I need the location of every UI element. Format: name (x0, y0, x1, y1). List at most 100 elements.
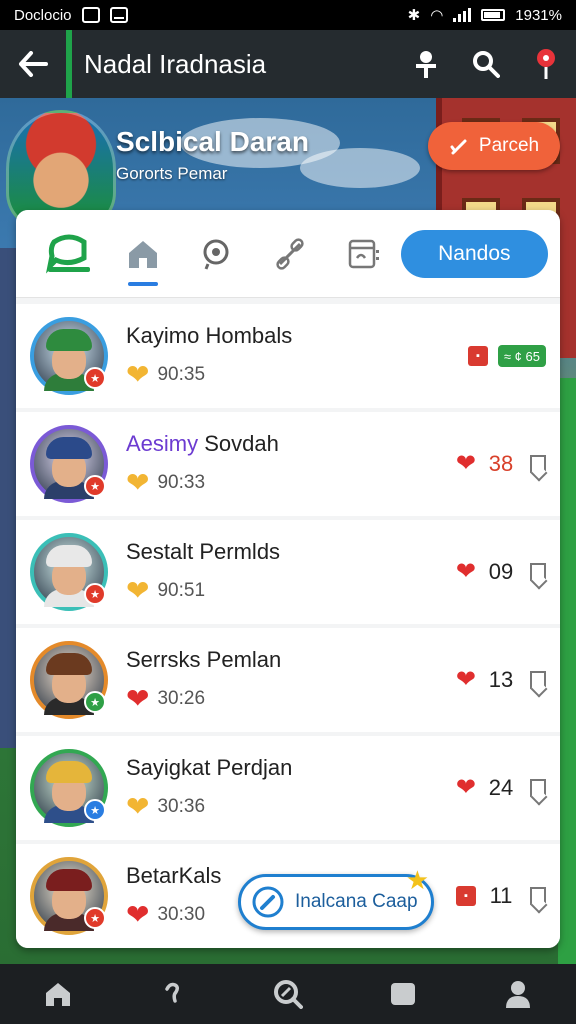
square-icon (391, 983, 416, 1005)
tab-document[interactable] (327, 210, 401, 298)
tab-link[interactable] (253, 210, 327, 298)
avatar: ★ (30, 641, 108, 719)
edit-circle-icon (252, 886, 284, 918)
heart-icon[interactable]: ❤ (456, 452, 476, 476)
player-row[interactable]: ★ Sestalt Permlds ❤ 90:51 ❤ 09 (16, 520, 560, 624)
avatar-cap (46, 329, 92, 351)
status-app-label: Doclocio (14, 6, 72, 24)
player-meta: ❤ 90:35 (126, 361, 468, 389)
player-row[interactable]: ★ Serrsks Pemlan ❤ 30:26 ❤ 13 (16, 628, 560, 732)
document-icon (348, 239, 379, 268)
player-info: Sestalt Permlds ❤ 90:51 (126, 539, 456, 605)
player-name: Sestalt Permlds (126, 539, 456, 565)
battery-icon (481, 9, 506, 21)
player-meta: ❤ 30:36 (126, 793, 456, 821)
profile-icon (506, 981, 531, 1008)
rank-badge-icon: ★ (84, 691, 106, 713)
floating-action-chip[interactable]: Inalcana Caap ★ (238, 865, 434, 930)
nav-profile[interactable] (488, 964, 548, 1024)
nandos-tab-button[interactable]: Nandos (400, 229, 549, 278)
search-icon (273, 980, 303, 1009)
player-time: 90:51 (157, 580, 206, 601)
pin-icon (416, 51, 436, 78)
avatar-cap (46, 653, 92, 675)
red-badge-icon: ▪ (467, 346, 488, 366)
target-icon (203, 239, 229, 270)
pin-button[interactable] (396, 30, 456, 98)
avatar-cap (46, 437, 92, 459)
question-icon (165, 982, 179, 1003)
image-icon (81, 7, 100, 23)
player-name-text: Sovdah (198, 431, 279, 456)
player-name-text: Sayigkat Perdjan (126, 755, 293, 780)
rank-badge-icon: ★ (84, 367, 106, 389)
player-stats: ❤ 13 (456, 667, 546, 693)
hero-subtitle: Gororts Pemar (116, 164, 228, 183)
score-tag-icon: ≈ ¢ (503, 348, 522, 364)
rank-badge-icon: ★ (84, 583, 106, 605)
pencil-icon (450, 139, 467, 155)
player-meta: ❤ 30:26 (126, 685, 456, 713)
player-meta: ❤ 90:51 (126, 577, 456, 605)
like-count: 24 (488, 775, 514, 800)
avatar-cap (46, 869, 92, 891)
tab-home[interactable] (106, 210, 180, 298)
player-row[interactable]: ★ Aesimy Sovdah ❤ 90:33 ❤ 38 (16, 412, 560, 516)
bookmark-icon[interactable] (530, 671, 546, 689)
cloud-decoration (300, 148, 420, 188)
back-arrow-icon (19, 51, 48, 77)
tab-chat[interactable] (32, 210, 106, 298)
tab-target[interactable] (179, 210, 253, 298)
bookmark-icon[interactable] (530, 563, 546, 581)
notifications-button[interactable] (516, 30, 576, 98)
avatar-cap (46, 545, 92, 567)
gold-heart-icon: ❤ (126, 467, 150, 498)
hero-action-button[interactable]: Parceh (428, 122, 560, 170)
like-count: 09 (488, 559, 514, 584)
home-icon (128, 240, 157, 268)
player-info: Kayimo Hombals ❤ 90:35 (126, 323, 468, 389)
player-name-text: BetarKals (126, 863, 222, 888)
player-time: 90:35 (157, 364, 206, 385)
back-button[interactable] (0, 30, 66, 98)
red-heart-icon: ❤ (126, 683, 150, 714)
bookmark-icon[interactable] (530, 455, 546, 473)
signal-icon (453, 8, 472, 22)
bookmark-icon[interactable] (530, 887, 546, 905)
player-name-text: Serrsks Pemlan (126, 647, 282, 672)
nav-search[interactable] (258, 964, 318, 1024)
player-row[interactable]: ★ Sayigkat Perdjan ❤ 30:36 ❤ 24 (16, 736, 560, 840)
like-count: 13 (488, 667, 514, 692)
wifi-icon: ◠ (430, 7, 444, 24)
player-name: Kayimo Hombals (126, 323, 468, 349)
page-title: Nadal Iradnasia (84, 48, 267, 79)
battery-percent: 1931% (515, 6, 562, 24)
nav-home[interactable] (28, 964, 88, 1024)
like-count: 11 (489, 883, 513, 908)
bottom-navigation (0, 964, 576, 1024)
like-count: 38 (488, 451, 514, 476)
red-heart-icon: ❤ (126, 899, 150, 930)
player-info: Aesimy Sovdah ❤ 90:33 (126, 431, 456, 497)
player-row[interactable]: ★ Kayimo Hombals ❤ 90:35 ▪ ≈ ¢ 65 (16, 304, 560, 408)
link-icon (276, 237, 304, 270)
bluetooth-icon: ✱ (407, 7, 421, 24)
score-tag: ≈ ¢ 65 (497, 345, 546, 367)
gold-heart-icon: ❤ (126, 791, 150, 822)
mail-icon (109, 7, 128, 23)
player-info: Serrsks Pemlan ❤ 30:26 (126, 647, 456, 713)
search-button[interactable] (456, 30, 516, 98)
player-time: 30:36 (157, 796, 206, 817)
avatar: ★ (30, 533, 108, 611)
avatar: ★ (30, 425, 108, 503)
heart-icon[interactable]: ❤ (456, 560, 476, 584)
player-name: Aesimy Sovdah (126, 431, 456, 457)
nav-square[interactable] (373, 964, 433, 1024)
heart-icon[interactable]: ❤ (456, 776, 476, 800)
heart-icon[interactable]: ❤ (456, 668, 476, 692)
location-alert-icon (537, 49, 555, 79)
chip-label: Inalcana Caap (295, 891, 418, 912)
bookmark-icon[interactable] (530, 779, 546, 797)
nav-help[interactable] (143, 964, 203, 1024)
player-info: Sayigkat Perdjan ❤ 30:36 (126, 755, 456, 821)
